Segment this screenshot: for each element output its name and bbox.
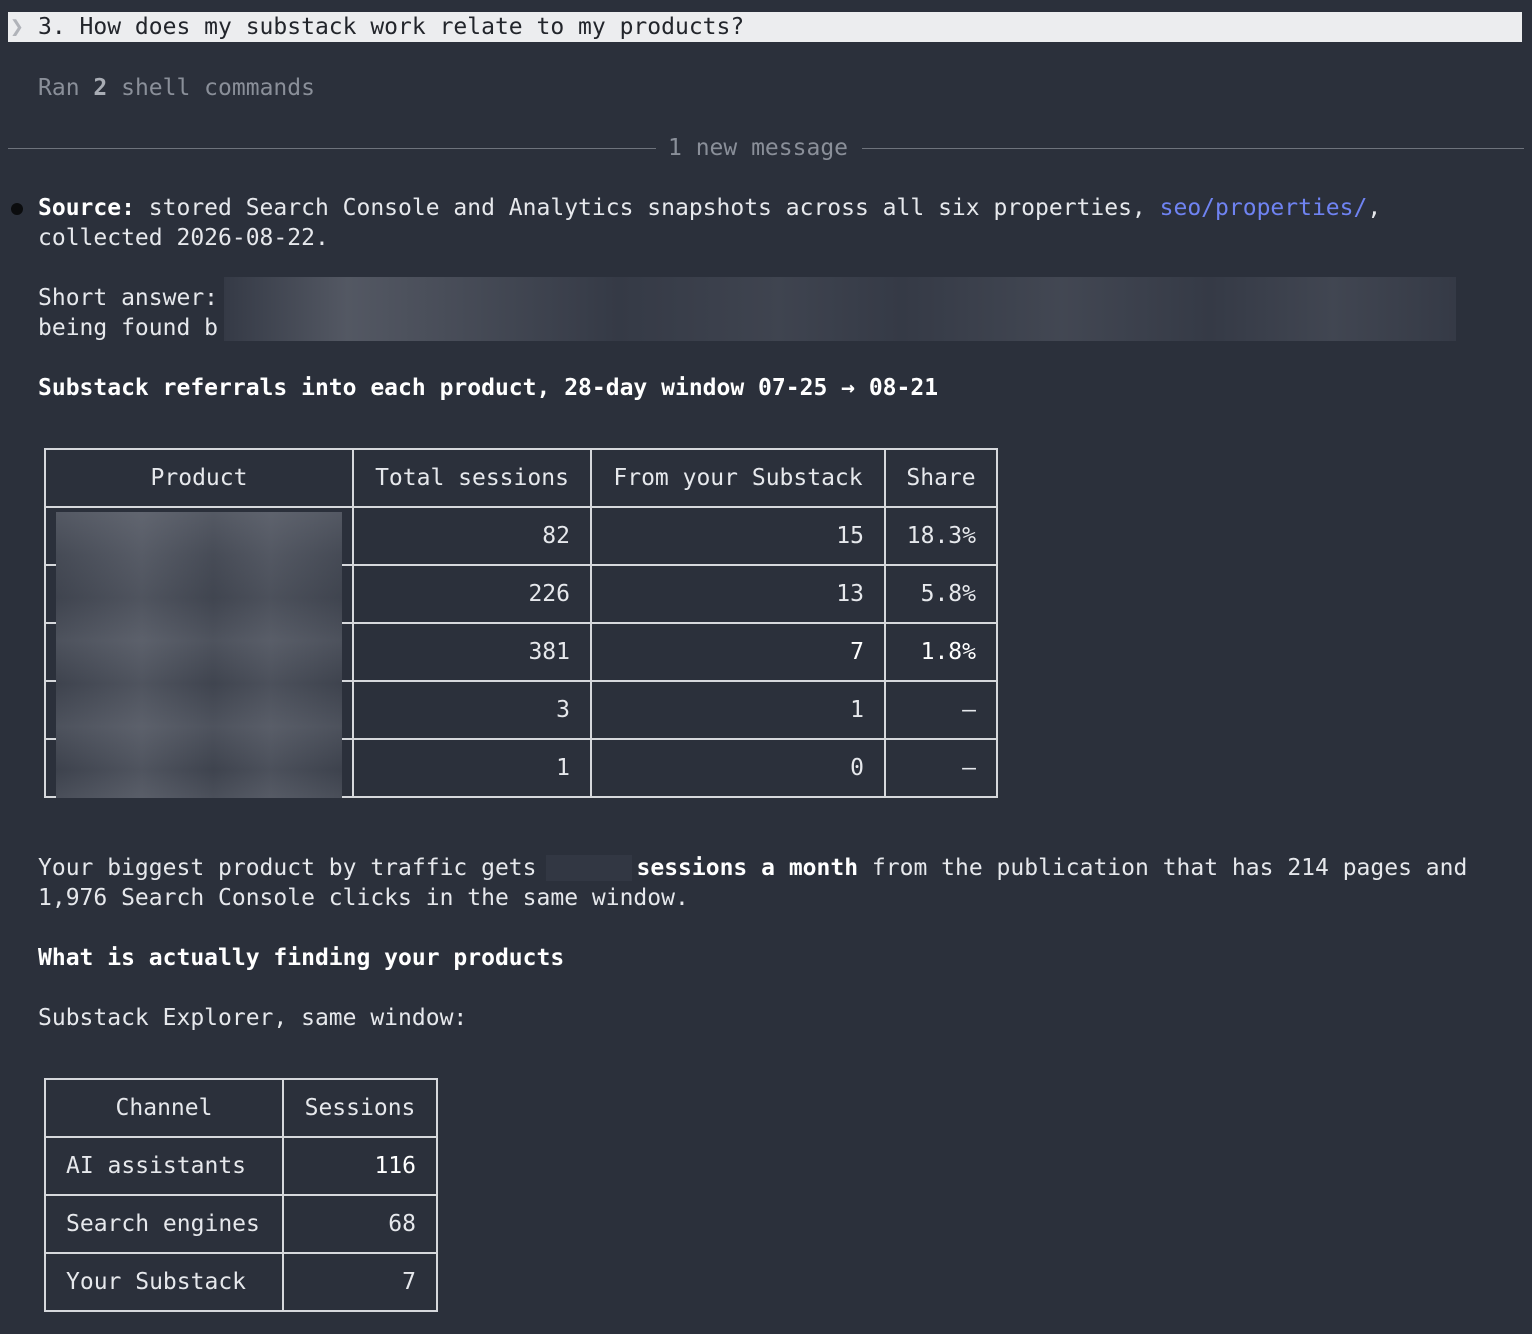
channels-table: Channel Sessions AI assistants 116 Searc… [44,1078,438,1312]
total-sessions-cell: 381 [352,622,592,682]
from-substack-cell: 13 [590,564,886,624]
from-substack-cell: 15 [590,506,886,566]
explorer-line: Substack Explorer, same window: [38,1005,468,1031]
from-substack-cell: 7 [590,622,886,682]
source-line: Source: stored Search Console and Analyt… [38,195,1382,221]
new-message-divider-label: 1 new message [668,135,849,161]
summary-line-1: Your biggest product by traffic gets sess… [38,855,1468,881]
table-row: AI assistants 116 [44,1136,438,1196]
divider-right [862,148,1524,149]
total-sessions-cell: 3 [352,680,592,740]
header-from-substack: From your Substack [590,448,886,508]
channel-cell: Search engines [44,1194,284,1254]
channel-cell: Your Substack [44,1252,284,1312]
header-product: Product [44,448,354,508]
message-bullet [11,203,23,215]
total-sessions-cell: 1 [352,738,592,798]
sessions-cell: 7 [282,1252,438,1312]
shell-commands-status[interactable]: Ran 2 shell commands [38,73,315,103]
divider-left [8,148,656,149]
chevron-right-icon: ❯ [10,14,24,40]
total-sessions-cell: 226 [352,564,592,624]
header-total-sessions: Total sessions [352,448,592,508]
from-substack-cell: 1 [590,680,886,740]
short-answer-label: Short answer: [38,285,219,311]
source-line-2: collected 2026-08-22. [38,225,329,251]
redacted-number [546,855,632,881]
finding-products-heading: What is actually finding your products [38,945,565,971]
table-header-row: Channel Sessions [44,1078,438,1138]
table-row: Search engines 68 [44,1194,438,1254]
referrals-heading: Substack referrals into each product, 28… [38,375,939,401]
redacted-product-names [56,512,342,798]
header-share: Share [884,448,998,508]
header-channel: Channel [44,1078,284,1138]
properties-link[interactable]: seo/properties/ [1160,195,1368,221]
table-row: Your Substack 7 [44,1252,438,1312]
prompt-text: 3. How does my substack work relate to m… [38,14,745,40]
short-answer-line-2: being found b [38,315,219,341]
header-sessions: Sessions [282,1078,438,1138]
share-cell: – [884,738,998,798]
from-substack-cell: 0 [590,738,886,798]
prompt-bar[interactable]: ❯ 3. How does my substack work relate to… [8,12,1522,42]
sessions-cell: 116 [282,1136,438,1196]
summary-line-2: 1,976 Search Console clicks in the same … [38,885,689,911]
share-cell: 1.8% [884,622,998,682]
share-cell: 5.8% [884,564,998,624]
total-sessions-cell: 82 [352,506,592,566]
sessions-cell: 68 [282,1194,438,1254]
share-cell: – [884,680,998,740]
table-header-row: Product Total sessions From your Substac… [44,448,998,508]
share-cell: 18.3% [884,506,998,566]
redacted-block [224,277,1456,341]
channel-cell: AI assistants [44,1136,284,1196]
